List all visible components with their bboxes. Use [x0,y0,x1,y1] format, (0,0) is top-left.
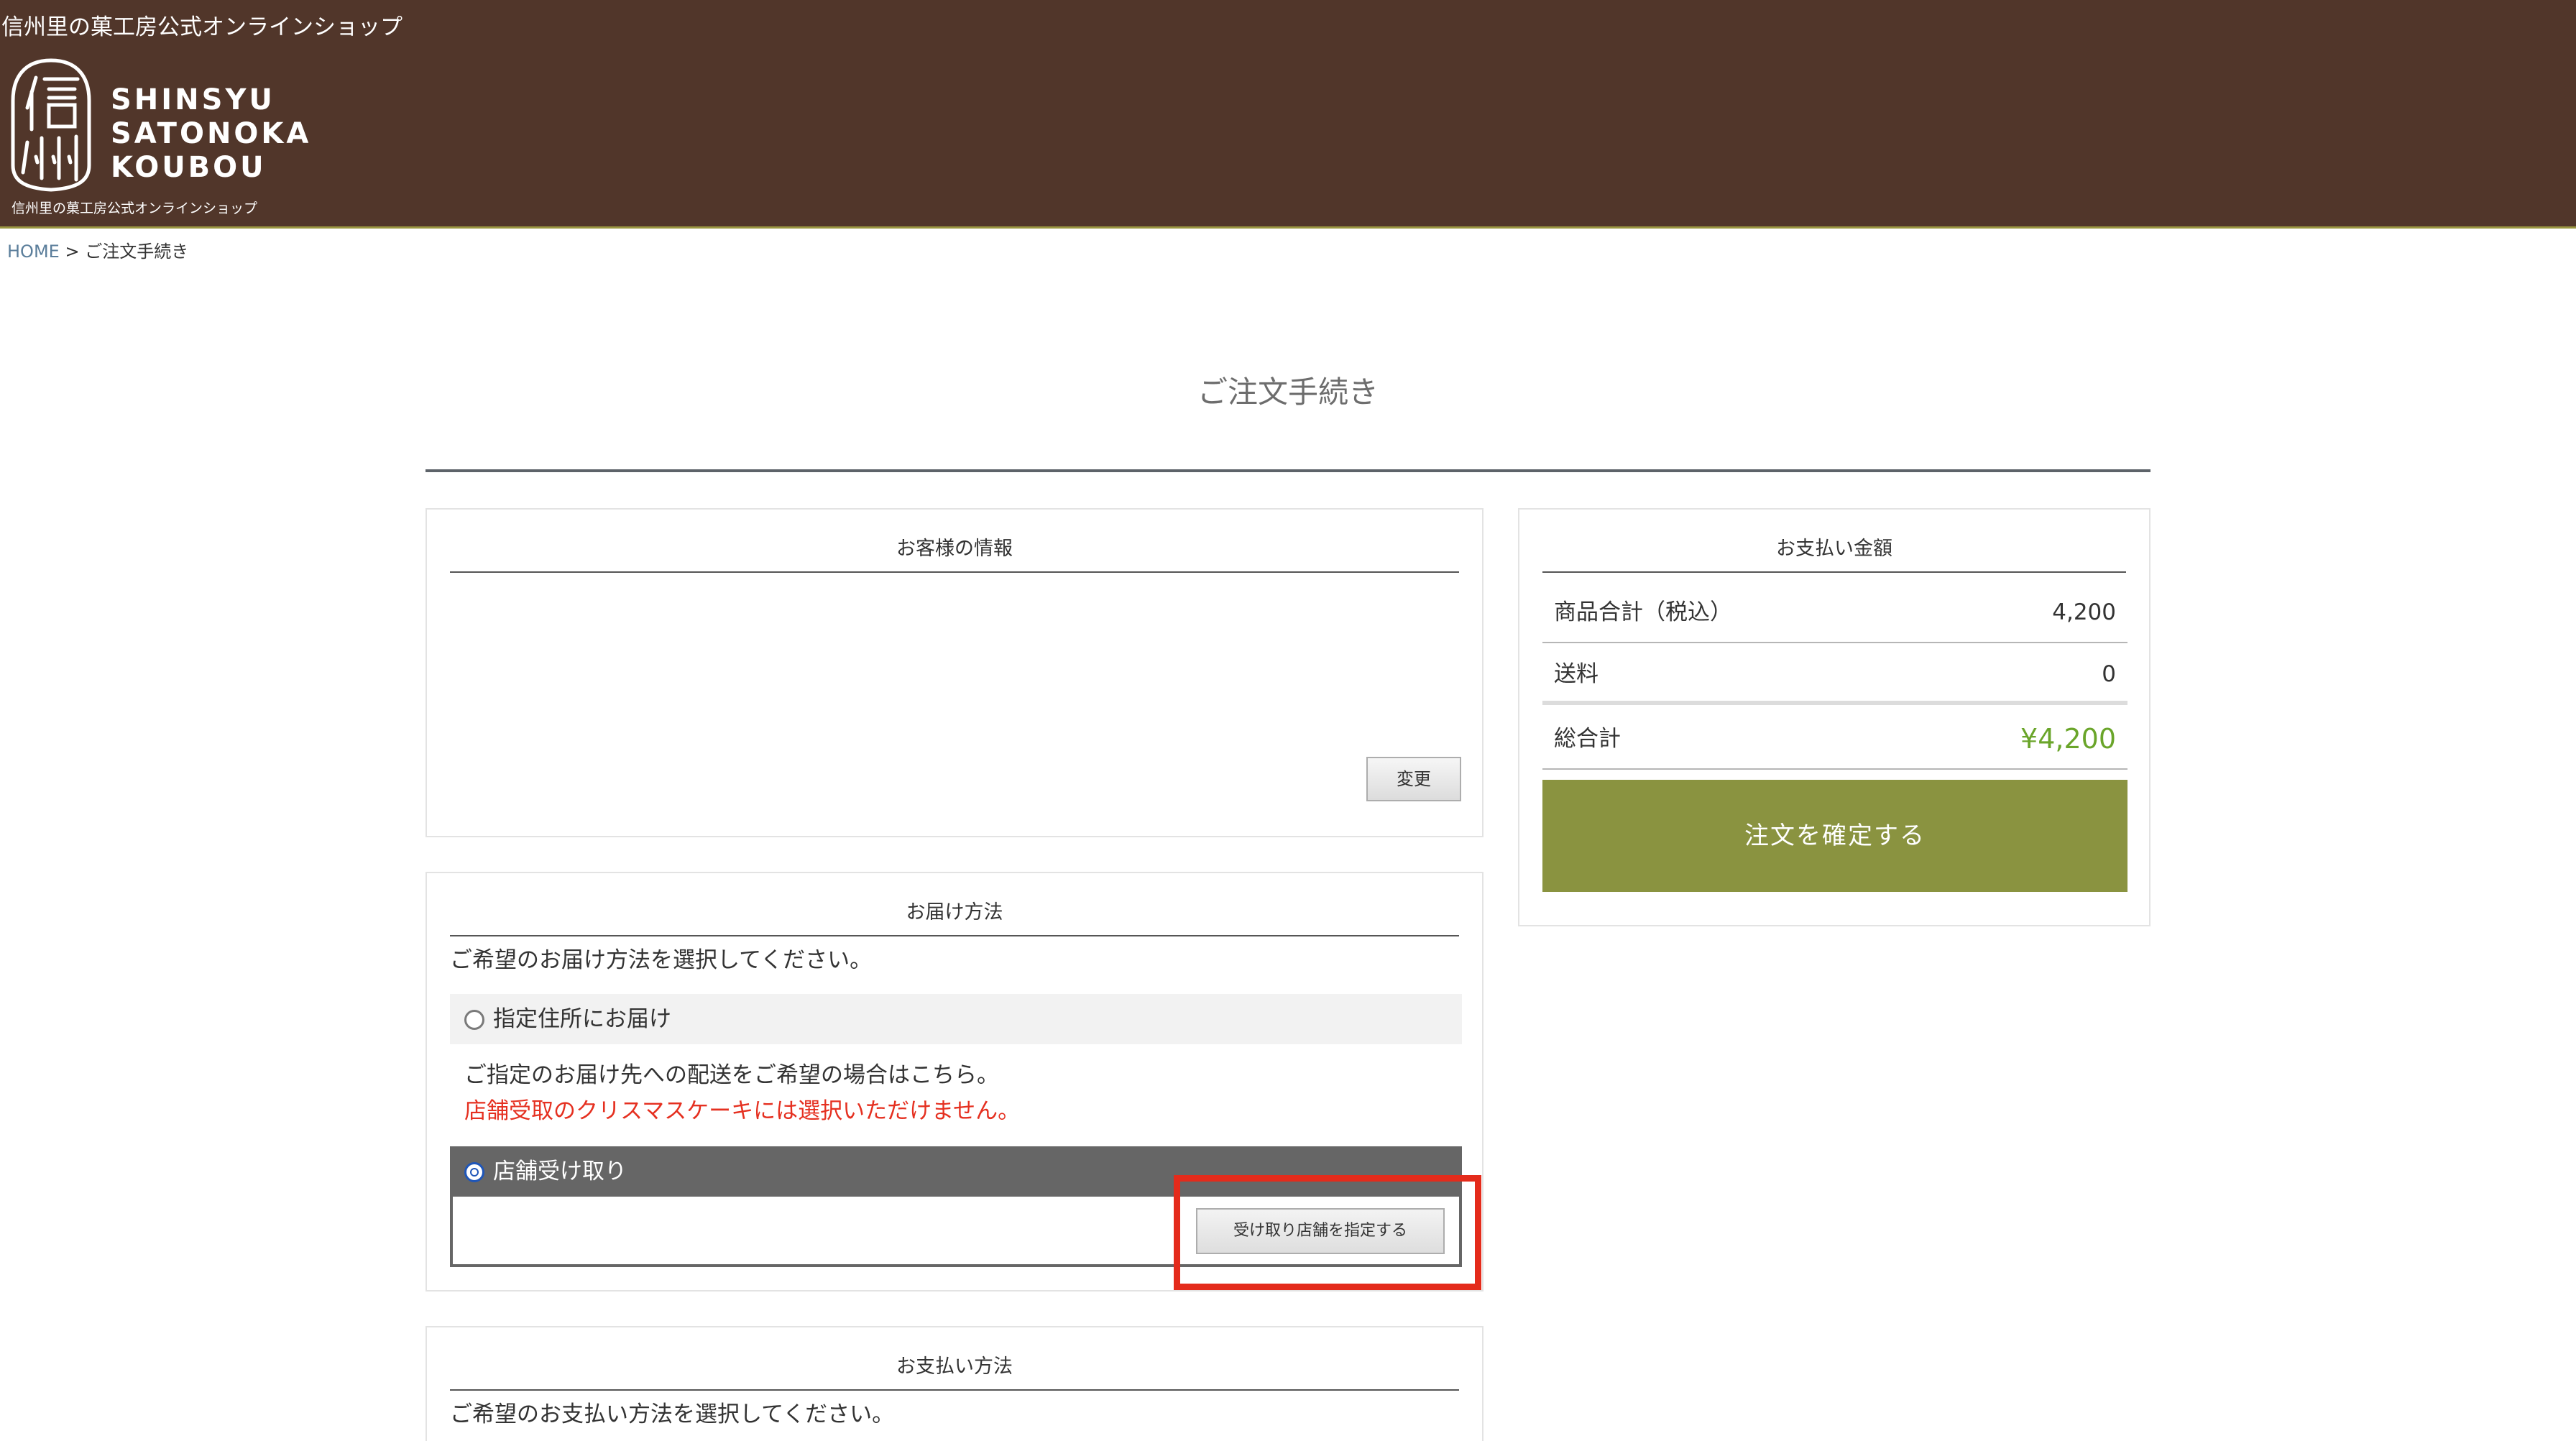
shipping-value: 0 [2102,661,2116,687]
subtotal-value: 4,200 [2052,599,2116,625]
logo-wordmark: SHINSYU SATONOKA KOUBOU [111,83,312,184]
delivery-method-panel: お届け方法 ご希望のお届け方法を選択してください。 指定住所にお届け ご指定のお… [426,872,1484,1292]
delivery-option-home[interactable]: 指定住所にお届け [450,994,1462,1044]
breadcrumb-home-link[interactable]: HOME [7,241,60,262]
payment-method-instruction: ご希望のお支払い方法を選択してください。 [450,1401,895,1427]
radio-store-pickup[interactable] [464,1162,484,1182]
shipping-label: 送料 [1554,661,1598,687]
grand-total-row: 総合計 ¥4,200 [1542,708,2128,770]
grand-total-value: ¥4,200 [2020,723,2116,755]
breadcrumb: HOME > ご注文手続き [7,239,188,264]
subtotal-label: 商品合計（税込） [1554,599,1732,625]
delivery-method-heading: お届け方法 [450,895,1459,936]
shipping-row: 送料 0 [1542,643,2128,705]
site-header: 信州里の菓工房公式オンラインショップ 信州 SHINSYU [0,0,2576,229]
payment-method-panel: お支払い方法 ご希望のお支払い方法を選択してください。 [426,1326,1484,1441]
delivery-option-store-label: 店舗受け取り [493,1159,627,1184]
delivery-option-store-pickup[interactable]: 店舗受け取り [450,1146,1462,1197]
subtotal-row: 商品合計（税込） 4,200 [1542,581,2128,643]
payment-summary-panel: お支払い金額 商品合計（税込） 4,200 送料 0 総合計 ¥4,200 注文… [1518,508,2150,926]
home-delivery-description: ご指定のお届け先への配送をご希望の場合はこちら。 [464,1062,999,1088]
home-delivery-notice: 店舗受取のクリスマスケーキには選択いただけません。 [464,1098,1021,1124]
radio-home-delivery[interactable] [464,1010,484,1030]
change-customer-button[interactable]: 変更 [1366,757,1461,801]
title-divider [426,469,2150,472]
breadcrumb-current: ご注文手続き [85,241,189,262]
payment-summary-heading: お支払い金額 [1542,531,2126,573]
customer-info-panel: お客様の情報 変更 [426,508,1484,837]
grand-total-label: 総合計 [1554,726,1621,752]
delivery-option-home-label: 指定住所にお届け [493,1006,671,1032]
logo-mark-icon: 信州 [11,58,91,192]
customer-info-heading: お客様の情報 [450,531,1459,573]
site-logo[interactable]: 信州 SHINSYU SATONOKA KOUBOU 信州里の菓工房公式オンライ… [9,57,308,223]
site-name: 信州里の菓工房公式オンラインショップ [1,14,402,40]
page-title: ご注文手続き [1197,374,1379,410]
delivery-instruction: ご希望のお届け方法を選択してください。 [450,947,873,973]
payment-method-heading: お支払い方法 [450,1349,1459,1391]
select-pickup-store-button[interactable]: 受け取り店舗を指定する [1196,1208,1445,1254]
breadcrumb-separator: > [65,241,80,262]
confirm-order-button[interactable]: 注文を確定する [1542,780,2128,892]
logo-subtitle: 信州里の菓工房公式オンラインショップ [12,201,258,216]
delivery-option-home-description: ご指定のお届け先への配送をご希望の場合はこちら。 店舗受取のクリスマスケーキには… [450,1044,1462,1146]
